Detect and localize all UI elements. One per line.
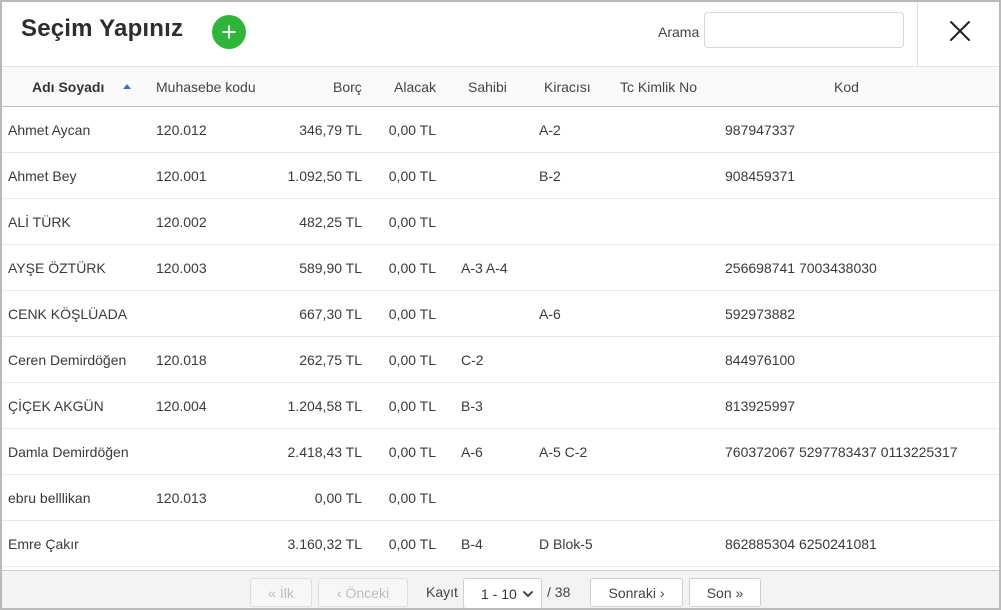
table-row[interactable]: AYŞE ÖZTÜRK 120.003 589,90 TL 0,00 TL A-…: [2, 245, 999, 291]
next-page-button[interactable]: Sonraki ›: [590, 578, 683, 607]
cell-debit: 482,25 TL: [299, 214, 362, 230]
cell-code: 862885304 6250241081: [725, 536, 877, 552]
cell-debit: 1.092,50 TL: [287, 168, 362, 184]
previous-page-button[interactable]: ‹ Önceki: [318, 578, 408, 607]
cell-tenant: A-6: [539, 306, 561, 322]
cell-accounting-code: 120.012: [156, 122, 207, 138]
cell-owner: A-6: [461, 444, 483, 460]
sort-ascending-icon[interactable]: [123, 84, 131, 89]
cell-name: Damla Demirdöğen: [8, 444, 129, 460]
chevron-down-icon: [523, 591, 533, 597]
cell-debit: 3.160,32 TL: [287, 536, 362, 552]
plus-icon: [222, 25, 236, 39]
column-header-accounting-code[interactable]: Muhasebe kodu: [156, 67, 256, 107]
cell-name: Emre Çakır: [8, 536, 79, 552]
cell-name: AYŞE ÖZTÜRK: [8, 260, 106, 276]
column-header-name[interactable]: Adı Soyadı: [32, 67, 104, 107]
cell-accounting-code: 120.018: [156, 352, 207, 368]
cell-owner: B-4: [461, 536, 483, 552]
cell-code: 592973882: [725, 306, 796, 322]
cell-name: Ahmet Bey: [8, 168, 77, 184]
dialog-title: Seçim Yapınız: [21, 15, 184, 42]
cell-credit: 0,00 TL: [388, 536, 436, 552]
cell-code: 987947337: [725, 122, 796, 138]
table-row[interactable]: Emre Çakır 3.160,32 TL 0,00 TL B-4 D Blo…: [2, 521, 999, 567]
cell-owner: C-2: [461, 352, 484, 368]
search-label: Arama: [658, 24, 700, 40]
close-icon: [950, 21, 970, 41]
cell-name: ALİ TÜRK: [8, 214, 71, 230]
header-divider: [917, 2, 918, 66]
total-records: / 38: [547, 584, 571, 600]
cell-debit: 0,00 TL: [314, 490, 362, 506]
cell-tenant: B-2: [539, 168, 561, 184]
cell-name: CENK KÖŞLÜADA: [8, 306, 128, 322]
column-header-tc-id[interactable]: Tc Kimlik No: [620, 67, 697, 107]
cell-name: Ceren Demirdöğen: [8, 352, 127, 368]
cell-name: Ahmet Aycan: [8, 122, 91, 138]
cell-credit: 0,00 TL: [388, 214, 436, 230]
first-page-button[interactable]: « İlk: [250, 578, 312, 607]
cell-credit: 0,00 TL: [388, 168, 436, 184]
cell-debit: 589,90 TL: [299, 260, 362, 276]
cell-name: ÇİÇEK AKGÜN: [8, 398, 104, 414]
table-row[interactable]: Damla Demirdöğen 2.418,43 TL 0,00 TL A-6…: [2, 429, 999, 475]
cell-credit: 0,00 TL: [388, 306, 436, 322]
column-header-debit[interactable]: Borç: [333, 67, 362, 107]
table-row[interactable]: Ceren Demirdöğen 120.018 262,75 TL 0,00 …: [2, 337, 999, 383]
table-header: Adı Soyadı Muhasebe kodu Borç Alacak Sah…: [2, 66, 999, 107]
cell-accounting-code: 120.004: [156, 398, 207, 414]
cell-tenant: A-2: [539, 122, 561, 138]
cell-accounting-code: 120.001: [156, 168, 207, 184]
cell-code: 908459371: [725, 168, 796, 184]
cell-code: 844976100: [725, 352, 796, 368]
pagination-bar: « İlk ‹ Önceki Kayıt 1 - 10 / 38 Sonraki…: [2, 570, 999, 608]
cell-tenant: D Blok-5: [539, 536, 593, 552]
cell-credit: 0,00 TL: [388, 352, 436, 368]
cell-code: 813925997: [725, 398, 796, 414]
cell-credit: 0,00 TL: [388, 122, 436, 138]
cell-code: 256698741 7003438030: [725, 260, 877, 276]
cell-accounting-code: 120.002: [156, 214, 207, 230]
record-label: Kayıt: [426, 584, 458, 600]
table-row[interactable]: Ahmet Bey 120.001 1.092,50 TL 0,00 TL B-…: [2, 153, 999, 199]
cell-tenant: A-5 C-2: [539, 444, 588, 460]
last-page-button[interactable]: Son »: [689, 578, 761, 607]
search-input[interactable]: [704, 12, 904, 48]
cell-credit: 0,00 TL: [388, 260, 436, 276]
cell-name: ebru belllikan: [8, 490, 91, 506]
cell-debit: 346,79 TL: [299, 122, 362, 138]
cell-owner: B-3: [461, 398, 483, 414]
table-row[interactable]: ÇİÇEK AKGÜN 120.004 1.204,58 TL 0,00 TL …: [2, 383, 999, 429]
cell-credit: 0,00 TL: [388, 444, 436, 460]
cell-accounting-code: 120.013: [156, 490, 207, 506]
cell-debit: 2.418,43 TL: [287, 444, 362, 460]
table-row[interactable]: ALİ TÜRK 120.002 482,25 TL 0,00 TL: [2, 199, 999, 245]
cell-credit: 0,00 TL: [388, 398, 436, 414]
column-header-tenant[interactable]: Kiracısı: [544, 67, 591, 107]
column-header-credit[interactable]: Alacak: [394, 67, 436, 107]
cell-debit: 262,75 TL: [299, 352, 362, 368]
cell-accounting-code: 120.003: [156, 260, 207, 276]
selection-dialog: Seçim Yapınız Arama Adı Soyadı Muhasebe …: [0, 0, 1001, 610]
cell-debit: 1.204,58 TL: [287, 398, 362, 414]
cell-code: 760372067 5297783437 0113225317: [725, 444, 958, 460]
dialog-header: Seçim Yapınız Arama: [2, 2, 999, 68]
page-range-value: 1 - 10: [481, 585, 517, 602]
cell-owner: A-3 A-4: [461, 260, 508, 276]
page-range-select[interactable]: 1 - 10: [463, 578, 542, 608]
close-button[interactable]: [944, 15, 976, 47]
cell-debit: 667,30 TL: [299, 306, 362, 322]
add-button[interactable]: [212, 15, 246, 49]
cell-credit: 0,00 TL: [388, 490, 436, 506]
column-header-owner[interactable]: Sahibi: [468, 67, 507, 107]
table-row[interactable]: CENK KÖŞLÜADA 667,30 TL 0,00 TL A-6 5929…: [2, 291, 999, 337]
table-row[interactable]: ebru belllikan 120.013 0,00 TL 0,00 TL: [2, 475, 999, 521]
table-row[interactable]: Ahmet Aycan 120.012 346,79 TL 0,00 TL A-…: [2, 107, 999, 153]
column-header-code[interactable]: Kod: [834, 67, 859, 107]
